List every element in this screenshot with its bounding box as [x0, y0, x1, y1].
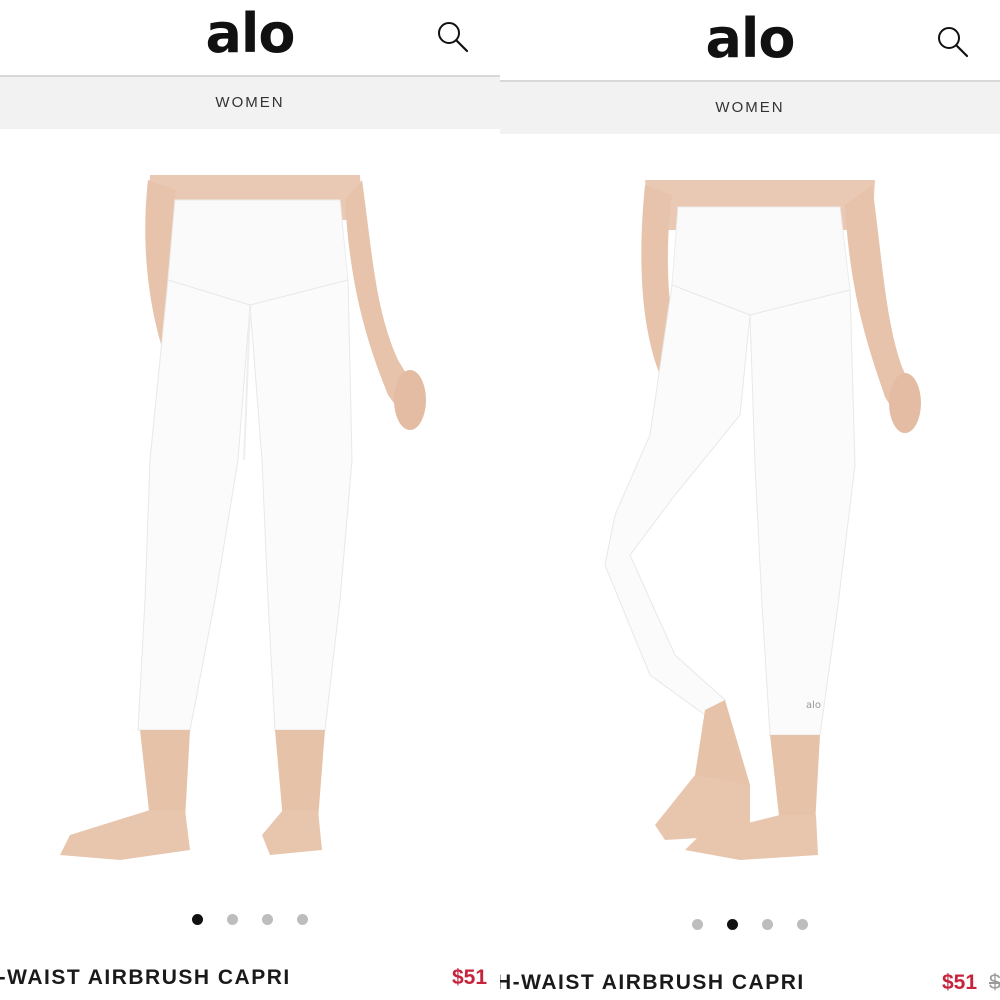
original-price: $ — [989, 971, 1000, 994]
carousel-dot-3[interactable] — [762, 919, 773, 930]
carousel-dot-4[interactable] — [297, 914, 308, 925]
leggings-side-illustration: alo — [500, 135, 1000, 895]
category-nav-women[interactable]: WOMEN — [500, 82, 1000, 134]
product-screen-side-view: alo WOMEN alo H-WAIST AIRBRUSH CAPRI $51… — [500, 0, 1000, 1000]
carousel-dot-4[interactable] — [797, 919, 808, 930]
carousel-dots — [0, 912, 500, 926]
product-name[interactable]: H-WAIST AIRBRUSH CAPRI — [0, 966, 291, 990]
brand-logo[interactable]: alo — [500, 7, 1000, 71]
header: alo — [500, 5, 1000, 80]
leggings-front-illustration — [0, 130, 500, 890]
sale-price: $51 — [452, 966, 488, 989]
carousel-dot-3[interactable] — [262, 914, 273, 925]
carousel-dot-1[interactable] — [692, 919, 703, 930]
carousel-dot-2[interactable] — [727, 919, 738, 930]
carousel-dot-2[interactable] — [227, 914, 238, 925]
search-icon — [438, 22, 469, 53]
brand-logo[interactable]: alo — [0, 2, 500, 66]
carousel-dot-1[interactable] — [192, 914, 203, 925]
product-screen-front-view: alo WOMEN H-WAIST AIRBRUSH CAPRI $51 — [0, 0, 500, 1000]
sale-price: $51 — [942, 971, 978, 994]
category-nav-women[interactable]: WOMEN — [0, 77, 500, 129]
svg-text:alo: alo — [806, 700, 821, 711]
search-button[interactable] — [436, 20, 470, 54]
search-button[interactable] — [936, 25, 970, 59]
product-image[interactable]: alo — [500, 135, 1000, 895]
product-name[interactable]: H-WAIST AIRBRUSH CAPRI — [500, 971, 805, 995]
product-image[interactable] — [0, 130, 500, 890]
search-icon — [938, 27, 969, 58]
carousel-dots — [500, 917, 1000, 931]
header: alo — [0, 0, 500, 75]
